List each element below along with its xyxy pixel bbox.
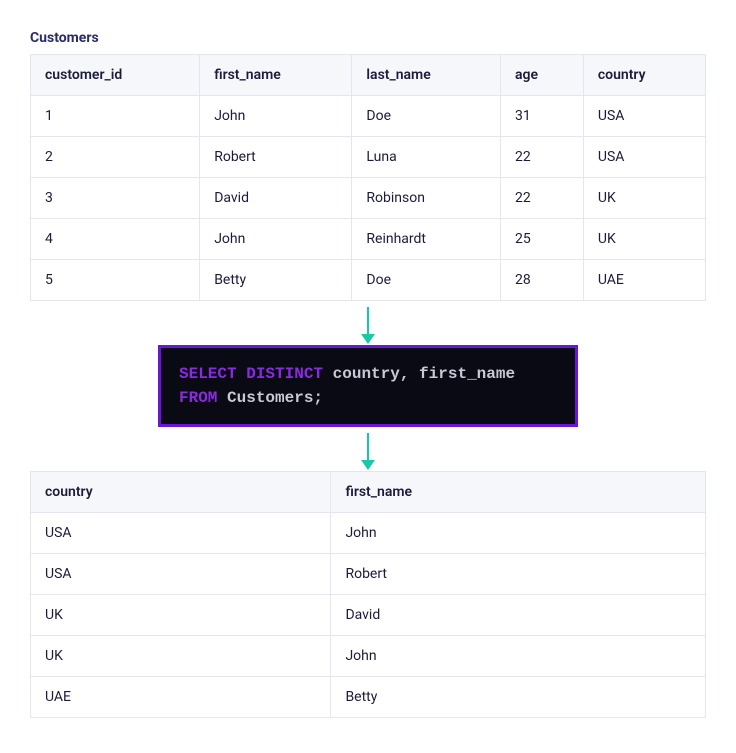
cell: Betty [331, 677, 706, 718]
table-row: 3 David Robinson 22 UK [31, 178, 706, 219]
table-row: 4 John Reinhardt 25 UK [31, 219, 706, 260]
col-header: first_name [200, 55, 352, 96]
cell: Doe [352, 260, 501, 301]
cell: USA [31, 554, 331, 595]
sql-code-block: SELECT DISTINCT country, first_name FROM… [158, 345, 578, 427]
cell: USA [31, 513, 331, 554]
table-row: UAE Betty [31, 677, 706, 718]
cell: 28 [501, 260, 584, 301]
cell: Robinson [352, 178, 501, 219]
col-header: first_name [331, 472, 706, 513]
cell: David [200, 178, 352, 219]
table-row: 5 Betty Doe 28 UAE [31, 260, 706, 301]
sql-keyword: DISTINCT [246, 365, 323, 383]
cell: Robert [331, 554, 706, 595]
col-header: age [501, 55, 584, 96]
cell: John [200, 96, 352, 137]
source-table: customer_id first_name last_name age cou… [30, 54, 706, 301]
arrow-down-icon [30, 301, 706, 345]
sql-keyword: SELECT [179, 365, 237, 383]
cell: 25 [501, 219, 584, 260]
table-row: USA John [31, 513, 706, 554]
cell: 22 [501, 178, 584, 219]
cell: 31 [501, 96, 584, 137]
cell: John [331, 513, 706, 554]
sql-keyword: FROM [179, 389, 217, 407]
col-header: country [583, 55, 705, 96]
cell: USA [583, 137, 705, 178]
table-header-row: country first_name [31, 472, 706, 513]
table-row: UK David [31, 595, 706, 636]
cell: UK [31, 595, 331, 636]
cell: Luna [352, 137, 501, 178]
cell: UAE [583, 260, 705, 301]
cell: USA [583, 96, 705, 137]
cell: 1 [31, 96, 200, 137]
table-row: UK John [31, 636, 706, 677]
source-table-title: Customers [30, 30, 706, 46]
col-header: last_name [352, 55, 501, 96]
result-table: country first_name USA John USA Robert U… [30, 471, 706, 718]
cell: 4 [31, 219, 200, 260]
cell: UAE [31, 677, 331, 718]
table-row: 1 John Doe 31 USA [31, 96, 706, 137]
cell: John [331, 636, 706, 677]
col-header: country [31, 472, 331, 513]
cell: Betty [200, 260, 352, 301]
cell: Robert [200, 137, 352, 178]
col-header: customer_id [31, 55, 200, 96]
sql-table: Customers; [227, 389, 323, 407]
cell: 3 [31, 178, 200, 219]
cell: UK [31, 636, 331, 677]
cell: 2 [31, 137, 200, 178]
cell: Doe [352, 96, 501, 137]
cell: UK [583, 219, 705, 260]
cell: David [331, 595, 706, 636]
cell: John [200, 219, 352, 260]
cell: Reinhardt [352, 219, 501, 260]
table-header-row: customer_id first_name last_name age cou… [31, 55, 706, 96]
cell: 5 [31, 260, 200, 301]
cell: 22 [501, 137, 584, 178]
table-row: USA Robert [31, 554, 706, 595]
cell: UK [583, 178, 705, 219]
arrow-down-icon [30, 427, 706, 471]
sql-columns: country, first_name [333, 365, 515, 383]
table-row: 2 Robert Luna 22 USA [31, 137, 706, 178]
